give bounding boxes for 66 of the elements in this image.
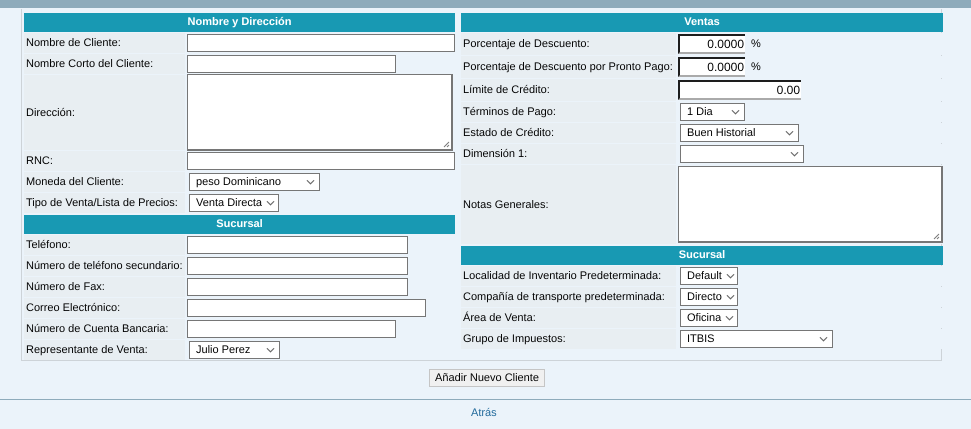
field-label: Localidad de Inventario Predeterminada:: [463, 270, 662, 282]
text-field[interactable]: [187, 257, 408, 275]
chevron-down-icon: [785, 130, 794, 136]
chevron-down-icon: [731, 109, 740, 115]
chevron-down-icon: [726, 273, 735, 279]
select-field[interactable]: [680, 145, 804, 163]
section-header: Ventas: [461, 13, 943, 32]
percent-sign: %: [751, 38, 761, 50]
select-field[interactable]: Buen Historial: [680, 124, 799, 142]
field-label: Porcentaje de Descuento:: [463, 38, 590, 50]
field-label: Moneda del Cliente:: [26, 176, 124, 188]
field-label: Teléfono:: [26, 239, 71, 251]
field-label: Grupo de Impuestos:: [463, 333, 566, 345]
chevron-down-icon: [306, 179, 315, 185]
field-label: Tipo de Venta/Lista de Precios:: [26, 197, 178, 209]
select-field[interactable]: Oficina: [680, 309, 738, 327]
field-label: Compañía de transporte predeterminada:: [463, 291, 665, 303]
resize-grip-icon[interactable]: [932, 232, 940, 240]
field-label: RNC:: [26, 155, 53, 167]
text-field[interactable]: [187, 34, 455, 52]
select-field[interactable]: peso Dominicano: [189, 173, 320, 191]
percent-sign: %: [751, 61, 761, 73]
back-link[interactable]: Atrás: [471, 407, 497, 419]
chevron-down-icon: [726, 294, 735, 300]
field-label: Número de Fax:: [26, 281, 105, 293]
field-label: Límite de Crédito:: [463, 84, 550, 96]
field-label: Área de Venta:: [463, 312, 536, 324]
text-field[interactable]: [187, 299, 426, 317]
field-label: Nombre de Cliente:: [26, 37, 121, 49]
text-field[interactable]: [187, 320, 396, 338]
field-label: Correo Electrónico:: [26, 302, 120, 314]
number-field[interactable]: 0.0000: [678, 34, 745, 54]
section-header: Sucursal: [461, 246, 943, 265]
text-field[interactable]: [187, 55, 396, 73]
field-label: Estado de Crédito:: [463, 127, 554, 139]
select-field[interactable]: Directo: [680, 288, 738, 306]
chevron-down-icon: [819, 336, 828, 342]
field-label: Dimensión 1:: [463, 148, 528, 160]
text-field[interactable]: [187, 236, 408, 254]
number-field[interactable]: 0.0000: [678, 57, 745, 77]
select-field[interactable]: Venta Directa: [189, 194, 279, 212]
field-label: Términos de Pago:: [463, 106, 556, 118]
chevron-down-icon: [725, 315, 734, 321]
field-label: Nombre Corto del Cliente:: [26, 58, 154, 70]
field-label: Dirección:: [26, 106, 75, 118]
add-customer-button[interactable]: Añadir Nuevo Cliente: [429, 369, 545, 387]
text-area[interactable]: [678, 166, 943, 243]
chevron-down-icon: [266, 200, 276, 206]
select-field[interactable]: 1 Dia: [680, 103, 745, 121]
section-header: Nombre y Dirección: [24, 13, 455, 32]
chevron-down-icon: [266, 347, 275, 353]
select-field[interactable]: ITBIS: [680, 330, 833, 348]
number-field[interactable]: 0.00: [678, 80, 801, 100]
select-field[interactable]: Default: [680, 267, 738, 285]
text-field[interactable]: [187, 278, 408, 296]
chevron-down-icon: [790, 151, 799, 157]
select-field[interactable]: Julio Perez: [189, 341, 280, 359]
text-area[interactable]: [187, 74, 453, 151]
field-label: Notas Generales:: [463, 198, 549, 210]
text-field[interactable]: [187, 152, 455, 170]
resize-grip-icon[interactable]: [442, 140, 450, 148]
section-header: Sucursal: [24, 215, 455, 234]
field-label: Número de teléfono secundario:: [26, 260, 183, 272]
field-label: Número de Cuenta Bancaria:: [26, 323, 168, 335]
field-label: Representante de Venta:: [26, 344, 148, 356]
field-label: Porcentaje de Descuento por Pronto Pago:: [463, 61, 673, 73]
